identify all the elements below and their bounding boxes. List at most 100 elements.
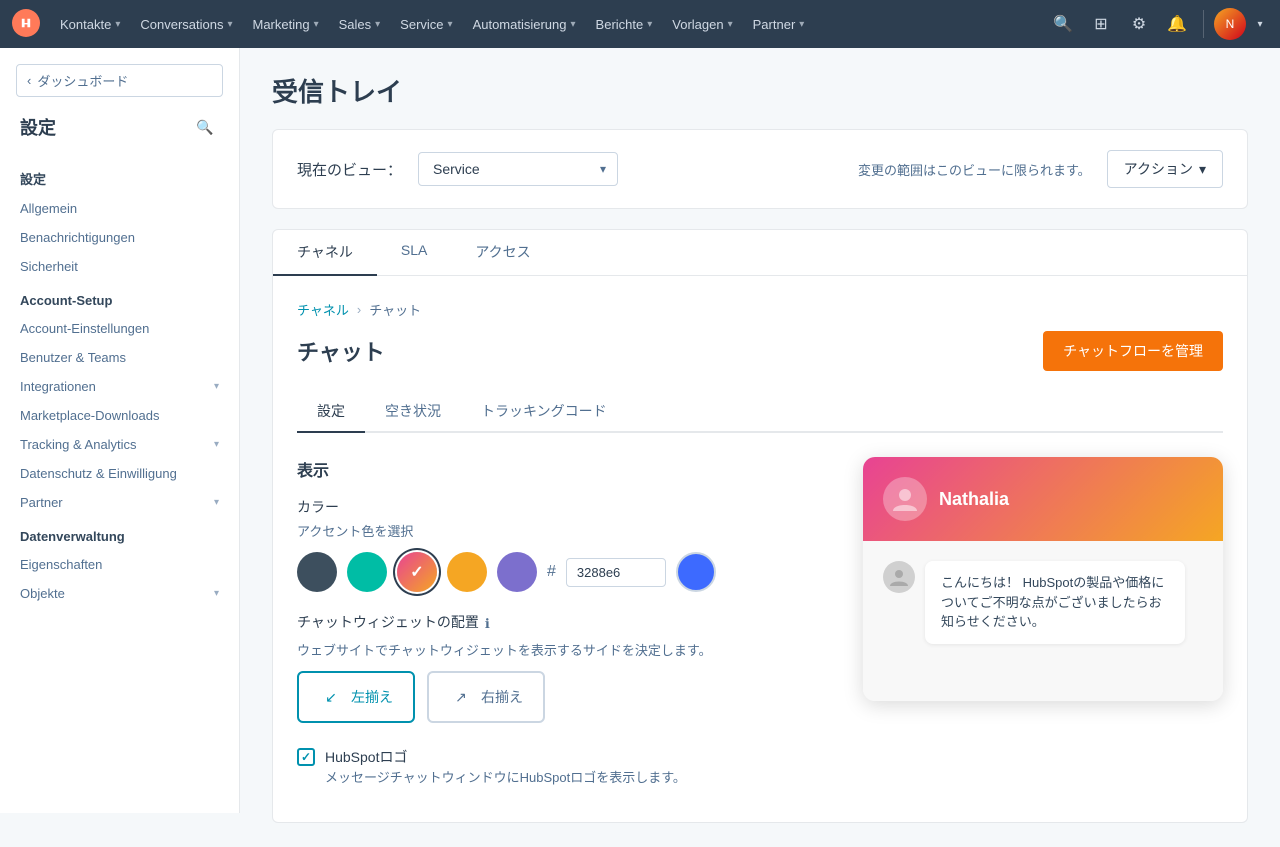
sub-tab-availability[interactable]: 空き状況 — [365, 391, 461, 433]
chevron-right-icon: ▾ — [214, 588, 219, 599]
chevron-right-icon: ▾ — [214, 439, 219, 450]
hubspot-logo-row: ✓ HubSpotロゴ メッセージチャットウィンドウにHubSpotロゴを表示し… — [297, 747, 823, 786]
nav-item-partner[interactable]: Partner ▾ — [745, 13, 813, 36]
back-to-dashboard-button[interactable]: ‹ ダッシュボード — [16, 64, 223, 97]
swatch-checkmark-icon: ✓ — [410, 562, 423, 582]
account-chevron[interactable]: ▾ — [1252, 8, 1268, 40]
settings-two-col: 表示 カラー アクセント色を選択 ✓ — [297, 457, 1223, 798]
view-select[interactable]: Service Sales Marketing — [418, 152, 618, 186]
chat-message-avatar — [883, 561, 915, 593]
chevron-down-icon: ▾ — [314, 19, 319, 30]
placement-info-icon[interactable]: ℹ — [485, 616, 490, 632]
user-avatar[interactable]: N — [1214, 8, 1246, 40]
sidebar-search-button[interactable]: 🔍 — [191, 113, 219, 141]
chat-preview-body: こんにちは！ HubSpotの製品や価格についてご不明な点がございましたらお知ら… — [863, 541, 1223, 701]
breadcrumb-channel-link[interactable]: チャネル — [297, 300, 349, 319]
sidebar-item-datenschutz[interactable]: Datenschutz & Einwilligung — [0, 459, 239, 488]
sidebar-header: 設定 🔍 — [0, 113, 239, 157]
nav-item-conversations[interactable]: Conversations ▾ — [132, 13, 240, 36]
placement-left-icon: ↙ — [319, 685, 343, 709]
color-swatch-purple[interactable] — [497, 552, 537, 592]
placement-label: チャットウィジェットの配置 — [297, 612, 479, 632]
nav-item-sales[interactable]: Sales ▾ — [331, 13, 389, 36]
chevron-down-icon: ▾ — [647, 19, 652, 30]
apps-button[interactable]: ⊞ — [1085, 8, 1117, 40]
chevron-right-icon: ▾ — [214, 381, 219, 392]
chat-message-row: こんにちは！ HubSpotの製品や価格についてご不明な点がございましたらお知ら… — [883, 561, 1203, 644]
color-swatch-dark[interactable] — [297, 552, 337, 592]
manage-chatflow-button[interactable]: チャットフローを管理 — [1043, 331, 1223, 371]
hubspot-logo-checkbox[interactable]: ✓ — [297, 748, 315, 766]
nav-item-service[interactable]: Service ▾ — [392, 13, 460, 36]
top-navigation: Kontakte ▾ Conversations ▾ Marketing ▾ S… — [0, 0, 1280, 48]
placement-right-option[interactable]: ↗ 右揃え — [427, 671, 545, 723]
main-content: 受信トレイ 現在のビュー： Service Sales Marketing ▾ … — [240, 48, 1280, 847]
nav-item-kontakte[interactable]: Kontakte ▾ — [52, 13, 128, 36]
content-area: チャネル › チャット チャット チャットフローを管理 設定 空き状況 トラッキ… — [272, 276, 1248, 823]
sidebar-item-integrationen[interactable]: Integrationen ▾ — [0, 372, 239, 401]
sub-tabs: 設定 空き状況 トラッキングコード — [297, 391, 1223, 433]
nav-item-berichte[interactable]: Berichte ▾ — [588, 13, 661, 36]
chat-preview-header: Nathalia — [863, 457, 1223, 541]
color-swatch-teal[interactable] — [347, 552, 387, 592]
chevron-down-icon: ▾ — [448, 19, 453, 30]
sidebar-section-settings-label: 設定 — [0, 157, 239, 194]
hubspot-logo[interactable] — [12, 9, 48, 40]
chevron-down-icon: ▾ — [227, 19, 232, 30]
tab-access[interactable]: アクセス — [451, 230, 554, 276]
placement-right-icon: ↗ — [449, 685, 473, 709]
hubspot-logo-desc: メッセージチャットウィンドウにHubSpotロゴを表示します。 — [325, 767, 686, 786]
nav-item-automatisierung[interactable]: Automatisierung ▾ — [465, 13, 584, 36]
placement-left-option[interactable]: ↙ 左揃え — [297, 671, 415, 723]
breadcrumb-current: チャット — [369, 300, 421, 319]
search-button[interactable]: 🔍 — [1047, 8, 1079, 40]
chevron-down-icon: ▾ — [115, 19, 120, 30]
sidebar-item-benutzer-teams[interactable]: Benutzer & Teams — [0, 343, 239, 372]
nav-item-marketing[interactable]: Marketing ▾ — [245, 13, 327, 36]
hubspot-logo-label: HubSpotロゴ — [325, 747, 686, 767]
chevron-down-icon: ▾ — [728, 19, 733, 30]
color-sub-label: アクセント色を選択 — [297, 521, 823, 540]
sidebar-item-partner[interactable]: Partner ▾ — [0, 488, 239, 517]
sidebar-section-account-label: Account-Setup — [0, 281, 239, 314]
action-chevron-icon: ▾ — [1199, 161, 1206, 178]
chevron-right-icon: ▾ — [214, 497, 219, 508]
display-section-title: 表示 — [297, 457, 823, 481]
sidebar-item-tracking-analytics[interactable]: Tracking & Analytics ▾ — [0, 430, 239, 459]
chat-section-title: チャット — [297, 335, 385, 367]
sidebar-title: 設定 — [20, 114, 56, 140]
chat-section-header: チャット チャットフローを管理 — [297, 331, 1223, 371]
sidebar-item-account-einstellungen[interactable]: Account-Einstellungen — [0, 314, 239, 343]
sidebar-item-marketplace[interactable]: Marketplace-Downloads — [0, 401, 239, 430]
sidebar-item-objekte[interactable]: Objekte ▾ — [0, 579, 239, 608]
view-label: 現在のビュー： — [297, 159, 402, 180]
sidebar-item-allgemein[interactable]: Allgemein — [0, 194, 239, 223]
hubspot-logo-text: HubSpotロゴ メッセージチャットウィンドウにHubSpotロゴを表示します… — [325, 747, 686, 786]
color-swatch-orange[interactable] — [447, 552, 487, 592]
sidebar-item-eigenschaften[interactable]: Eigenschaften — [0, 550, 239, 579]
chat-preview-panel: Nathalia こんにちは！ HubSpotの製品や価格 — [863, 457, 1223, 798]
tab-sla[interactable]: SLA — [377, 230, 451, 276]
nav-item-vorlagen[interactable]: Vorlagen ▾ — [664, 13, 740, 36]
color-label: カラー — [297, 497, 823, 517]
sidebar-item-benachrichtigungen[interactable]: Benachrichtigungen — [0, 223, 239, 252]
chevron-down-icon: ▾ — [799, 19, 804, 30]
sub-tab-settings[interactable]: 設定 — [297, 391, 365, 433]
sidebar-section-data-label: Datenverwaltung — [0, 517, 239, 550]
color-swatch-pink[interactable]: ✓ — [397, 552, 437, 592]
color-swatch-row: ✓ # — [297, 552, 823, 592]
notifications-button[interactable]: 🔔 — [1161, 8, 1193, 40]
action-button[interactable]: アクション ▾ — [1107, 150, 1223, 188]
hash-label: # — [547, 563, 556, 581]
hex-color-input[interactable] — [566, 558, 666, 587]
nav-divider — [1203, 10, 1204, 38]
chat-message-bubble: こんにちは！ HubSpotの製品や価格についてご不明な点がございましたらお知ら… — [925, 561, 1185, 644]
custom-color-circle[interactable] — [676, 552, 716, 592]
sidebar-item-sicherheit[interactable]: Sicherheit — [0, 252, 239, 281]
view-selector-card: 現在のビュー： Service Sales Marketing ▾ 変更の範囲は… — [272, 129, 1248, 209]
settings-button[interactable]: ⚙ — [1123, 8, 1155, 40]
tab-channel[interactable]: チャネル — [273, 230, 377, 276]
back-arrow-icon: ‹ — [27, 73, 31, 88]
placement-section: チャットウィジェットの配置 ℹ ウェブサイトでチャットウィジェットを表示するサイ… — [297, 612, 823, 723]
sub-tab-tracking-code[interactable]: トラッキングコード — [461, 391, 627, 433]
